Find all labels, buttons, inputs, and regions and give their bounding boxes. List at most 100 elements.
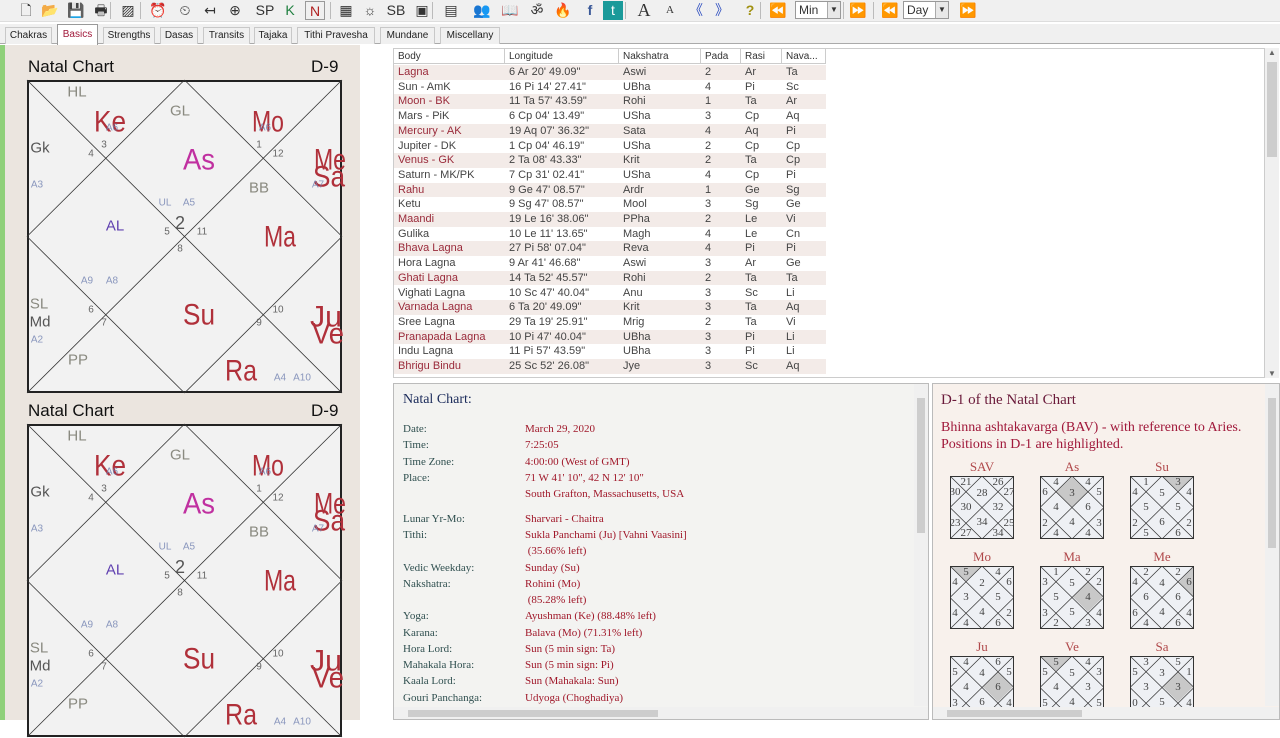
table-row[interactable] xyxy=(394,270,826,286)
chart-1-division[interactable]: D-9 xyxy=(311,57,338,77)
bav-value: 34 xyxy=(993,527,1005,539)
tab-miscellany[interactable]: Miscellany xyxy=(440,27,500,44)
column-header-body[interactable]: Body xyxy=(394,49,505,64)
twitter-icon[interactable]: t xyxy=(603,1,623,20)
column-header-nakshatra[interactable]: Nakshatra xyxy=(619,49,701,64)
tab-dasas[interactable]: Dasas xyxy=(160,27,198,44)
scroll-thumb[interactable] xyxy=(1268,398,1276,548)
time-reset-icon[interactable]: ⏲ xyxy=(175,1,195,20)
bav-value: 6 xyxy=(995,681,1001,693)
back-icon[interactable]: 《 xyxy=(686,1,706,20)
column-header-pada[interactable]: Pada xyxy=(701,49,741,64)
cell-nakshatra: Jye xyxy=(623,360,641,372)
bav-vscrollbar[interactable] xyxy=(1265,384,1279,706)
om-icon[interactable]: ॐ xyxy=(527,1,547,20)
chart-label-2: 2 xyxy=(175,557,185,577)
table-row[interactable] xyxy=(394,314,826,330)
chart-label-a2: A2 xyxy=(31,679,44,690)
column-header-rasi[interactable]: Rasi xyxy=(741,49,782,64)
sb-icon[interactable]: SB xyxy=(386,1,406,20)
detail-label: Time: xyxy=(403,439,429,451)
save-icon[interactable]: 💾 xyxy=(66,1,86,20)
data-clock-icon[interactable]: ⏰ xyxy=(148,1,168,20)
table-row[interactable] xyxy=(394,65,826,80)
natal-chart-d9[interactable]: HLKeA634GL MoA6112Gk As MeSaA7A3 BBUL A525 118… xyxy=(26,79,346,394)
date-step-unit-select[interactable]: Day ▼ xyxy=(903,1,949,19)
detail-value: 4:00:00 (West of GMT) xyxy=(525,456,630,468)
tab-basics[interactable]: Basics xyxy=(57,24,98,45)
fire-icon[interactable]: 🔥 xyxy=(553,1,573,20)
time-step-forward-icon[interactable]: ⏩ xyxy=(848,1,868,20)
chart-icon[interactable]: ▨ xyxy=(118,1,138,20)
table-row[interactable] xyxy=(394,226,826,242)
tab-transits[interactable]: Transits xyxy=(203,27,250,44)
chart-label-4: 4 xyxy=(88,493,94,504)
k-box-icon[interactable]: ▣ xyxy=(412,1,432,20)
table-row[interactable] xyxy=(394,197,826,212)
table-row[interactable] xyxy=(394,212,826,227)
date-step-back-icon[interactable]: ⏪ xyxy=(880,1,900,20)
table-row[interactable] xyxy=(394,79,826,95)
sp-kh-icon[interactable]: SP xyxy=(255,1,275,20)
table-row[interactable] xyxy=(394,94,826,110)
time-step-back-icon[interactable]: ⏪ xyxy=(768,1,788,20)
tab-tithi-pravesha[interactable]: Tithi Pravesha xyxy=(297,27,375,44)
bav-hscrollbar[interactable] xyxy=(933,707,1279,719)
chart-2-division[interactable]: D-9 xyxy=(311,401,338,421)
people-icon[interactable]: 👥 xyxy=(472,1,492,20)
scroll-thumb[interactable] xyxy=(917,398,925,533)
table-row[interactable] xyxy=(394,109,826,124)
font-smaller-icon[interactable]: A xyxy=(660,1,680,20)
help-icon[interactable]: ? xyxy=(740,1,760,20)
grid-icon[interactable]: ▦ xyxy=(336,1,356,20)
print-icon[interactable]: 🖶 xyxy=(91,1,111,20)
sun-icon[interactable]: ☼ xyxy=(360,1,380,20)
date-step-forward-icon[interactable]: ⏩ xyxy=(958,1,978,20)
toolbar-separator xyxy=(873,2,874,19)
table-row[interactable] xyxy=(394,256,826,271)
chevron-down-icon[interactable]: ▼ xyxy=(935,2,948,18)
tab-mundane[interactable]: Mundane xyxy=(380,27,435,44)
facebook-icon[interactable]: f xyxy=(580,1,600,20)
time-back-icon[interactable]: ↤ xyxy=(200,1,220,20)
cell-pada: 4 xyxy=(705,242,712,255)
table-row[interactable] xyxy=(394,182,826,198)
table-row[interactable] xyxy=(394,138,826,154)
column-header-nava[interactable]: Nava... xyxy=(782,49,826,64)
table-row[interactable] xyxy=(394,344,826,359)
tab-chakras[interactable]: Chakras xyxy=(5,27,52,44)
chart-label-al: AL xyxy=(106,562,124,579)
new-file-icon[interactable]: 🗋 xyxy=(16,1,36,20)
time-step-unit-select[interactable]: Min ▼ xyxy=(795,1,841,19)
forward-icon[interactable]: 》 xyxy=(712,1,732,20)
bav-value: 4 xyxy=(1085,476,1091,488)
n-icon[interactable]: N xyxy=(305,1,325,20)
detail-label: Tithi: xyxy=(403,529,428,541)
tab-strengths[interactable]: Strengths xyxy=(103,27,155,44)
chevron-down-icon[interactable]: ▼ xyxy=(827,2,840,18)
tab-tajaka[interactable]: Tajaka xyxy=(254,27,292,44)
scroll-up-icon[interactable]: ▲ xyxy=(1265,48,1279,57)
bav-chart-label: Su xyxy=(1155,459,1169,474)
toolbar: 🗋 📂 💾 🖶 ▨ ⏰ ⏲ ↤ ⊕ SP K N ▦ ☼ SB ▣ ▤ 👥 📖 ॐ 🔥 f t A A 《》? ⏪ ⏩ ⏪ ⏩ Min ▼ Da… xyxy=(0,0,1280,22)
cell-navamsa: Sc xyxy=(786,80,799,93)
table-icon[interactable]: ▤ xyxy=(441,1,461,20)
scroll-thumb[interactable] xyxy=(947,710,1082,717)
scroll-down-icon[interactable]: ▼ xyxy=(1265,369,1279,378)
compass-icon[interactable]: ⊕ xyxy=(225,1,245,20)
k-icon[interactable]: K xyxy=(280,1,300,20)
scroll-thumb[interactable] xyxy=(1267,62,1277,157)
open-folder-icon[interactable]: 📂 xyxy=(40,1,60,20)
font-larger-icon[interactable]: A xyxy=(634,1,654,20)
natal-chart-d9-second[interactable]: HLKeA634GL MoA6112Gk As MeSaA7A3 BBUL A525 118… xyxy=(26,423,346,738)
details-hscrollbar[interactable] xyxy=(394,707,928,719)
bav-value: 4 xyxy=(1186,486,1192,498)
chart-label-6: 6 xyxy=(88,649,94,660)
scroll-thumb[interactable] xyxy=(408,710,658,717)
table-scrollbar[interactable]: ▲ ▼ xyxy=(1265,48,1279,378)
book-icon[interactable]: 📖 xyxy=(500,1,520,20)
table-row[interactable] xyxy=(394,153,826,168)
column-header-longitude[interactable]: Longitude xyxy=(505,49,619,64)
tab-bar: Chakras Basics Strengths Dasas Transits Tajak… xyxy=(0,24,1280,45)
details-vscrollbar[interactable] xyxy=(914,384,928,706)
